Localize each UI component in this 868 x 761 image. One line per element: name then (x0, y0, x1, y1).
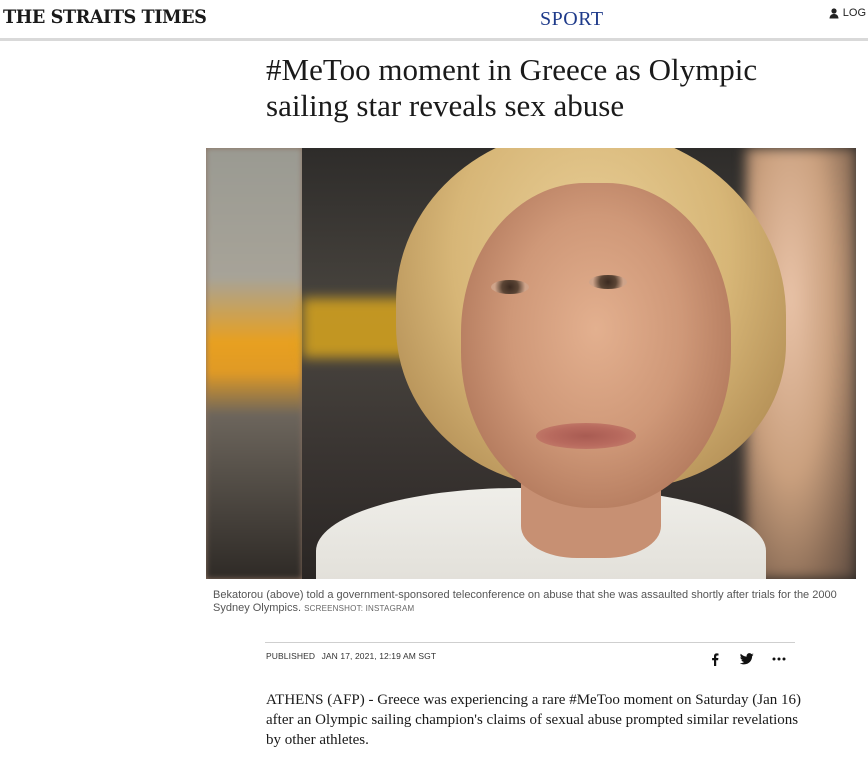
share-bar (706, 651, 788, 667)
article-headline: #MeToo moment in Greece as Olympic saili… (266, 52, 758, 123)
twitter-share-button[interactable] (738, 651, 756, 667)
photo-eye-left (491, 280, 529, 294)
section-link-sport[interactable]: SPORT (540, 8, 604, 31)
published-date: JAN 17, 2021, 12:19 AM SGT (321, 651, 437, 661)
facebook-icon (711, 652, 719, 666)
published-info: PUBLISHED JAN 17, 2021, 12:19 AM SGT (266, 651, 436, 661)
twitter-icon (740, 653, 754, 665)
photo-caption: Bekatorou (above) told a government-spon… (213, 589, 853, 615)
site-header: THE STRAITS TIMES SPORT LOG (0, 0, 868, 38)
meta-divider (265, 642, 795, 643)
more-icon (772, 657, 786, 661)
photo-eye-right (589, 275, 627, 289)
site-logo[interactable]: THE STRAITS TIMES (3, 6, 207, 28)
user-icon (829, 7, 839, 19)
photo-lips (536, 423, 636, 449)
article-photo[interactable] (206, 148, 856, 579)
facebook-share-button[interactable] (706, 651, 724, 667)
photo-background-left (206, 148, 302, 579)
login-label: LOG (842, 7, 866, 19)
published-label: PUBLISHED (266, 651, 316, 661)
article-body-paragraph: ATHENS (AFP) - Greece was experiencing a… (266, 692, 802, 748)
photo-face (461, 183, 731, 508)
more-share-button[interactable] (770, 651, 788, 667)
header-divider (0, 38, 868, 41)
photo-credit: SCREENSHOT: INSTAGRAM (304, 604, 415, 613)
login-button[interactable]: LOG (829, 7, 868, 19)
